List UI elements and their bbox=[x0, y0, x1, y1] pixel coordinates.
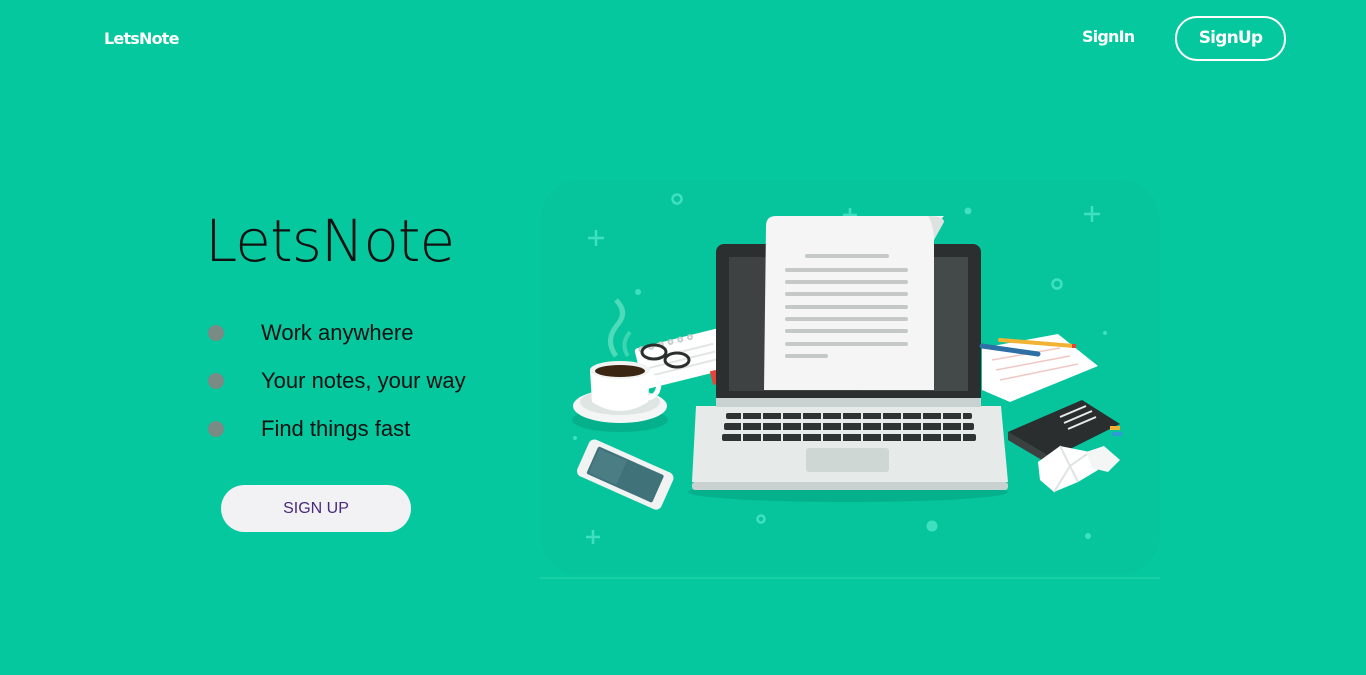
signin-link[interactable]: SignIn bbox=[1082, 27, 1135, 46]
document-icon bbox=[764, 216, 944, 390]
brand-logo-link[interactable]: LetsNote bbox=[104, 29, 179, 48]
feature-text: Your notes, your way bbox=[261, 368, 466, 393]
feature-text: Work anywhere bbox=[261, 320, 414, 345]
hero-title: LetsNote bbox=[205, 207, 455, 275]
hero-signup-button[interactable]: SIGN UP bbox=[221, 485, 411, 532]
signup-button[interactable]: SignUp bbox=[1175, 16, 1286, 61]
bullet-icon bbox=[208, 373, 224, 389]
laptop-notes-illustration bbox=[540, 180, 1160, 579]
bullet-icon bbox=[208, 421, 224, 437]
feature-text: Find things fast bbox=[261, 416, 411, 441]
landing-page: LetsNote SignIn SignUp LetsNote Work any… bbox=[0, 0, 1366, 675]
bullet-icon bbox=[208, 325, 224, 341]
